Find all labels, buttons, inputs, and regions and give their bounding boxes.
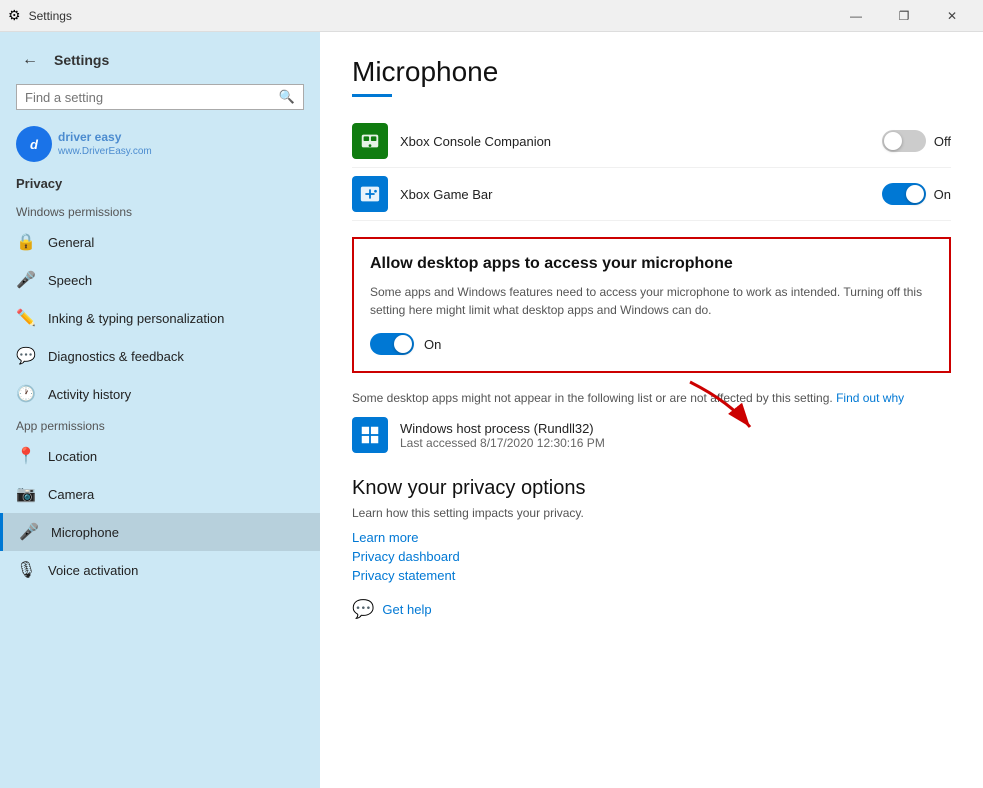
titlebar-left: ⚙ Settings — [8, 7, 72, 24]
privacy-section-title: Know your privacy options — [352, 477, 951, 500]
sidebar-title: Settings — [54, 52, 109, 68]
titlebar-controls: — ❐ ✕ — [833, 0, 975, 32]
app-row-xbox-game: Xbox Game Bar On — [352, 168, 951, 221]
get-help-icon: 💬 — [352, 599, 374, 620]
get-help-row[interactable]: 💬 Get help — [352, 599, 951, 620]
xbox-game-toggle-label: On — [882, 183, 951, 205]
windows-permissions-label: Windows permissions — [0, 199, 320, 223]
allow-desktop-toggle-text: On — [424, 337, 441, 352]
sidebar-item-general[interactable]: 🔒 General — [0, 223, 320, 261]
inking-icon: ✏️ — [16, 308, 36, 328]
microphone-icon: 🎤 — [19, 522, 39, 542]
xbox-game-knob — [906, 185, 924, 203]
allow-desktop-toggle[interactable] — [370, 333, 414, 355]
maximize-button[interactable]: ❐ — [881, 0, 927, 32]
sidebar-header: ← Settings — [0, 32, 320, 84]
xbox-game-svg — [359, 183, 381, 205]
xbox-console-knob — [884, 132, 902, 150]
xbox-console-svg — [359, 130, 381, 152]
process-name: Windows host process (Rundll32) — [400, 421, 605, 436]
xbox-console-toggle-text: Off — [934, 134, 951, 149]
sidebar-item-activity-label: Activity history — [48, 387, 131, 402]
privacy-section-desc: Learn how this setting impacts your priv… — [352, 506, 951, 520]
xbox-game-name: Xbox Game Bar — [400, 187, 882, 202]
sidebar-item-location[interactable]: 📍 Location — [0, 437, 320, 475]
sidebar-item-speech-label: Speech — [48, 273, 92, 288]
sidebar-item-diagnostics[interactable]: 💬 Diagnostics & feedback — [0, 337, 320, 375]
process-row: Windows host process (Rundll32) Last acc… — [352, 417, 951, 453]
sidebar-item-inking[interactable]: ✏️ Inking & typing personalization — [0, 299, 320, 337]
sidebar-item-voice-label: Voice activation — [48, 563, 138, 578]
xbox-game-toggle-text: On — [934, 187, 951, 202]
location-icon: 📍 — [16, 446, 36, 466]
search-box: 🔍 — [16, 84, 304, 110]
speech-icon: 🎤 — [16, 270, 36, 290]
sidebar-item-activity[interactable]: 🕐 Activity history — [0, 375, 320, 413]
get-help-text[interactable]: Get help — [382, 602, 431, 617]
xbox-game-icon — [352, 176, 388, 212]
allow-desktop-toggle-row: On — [370, 333, 933, 355]
process-info: Windows host process (Rundll32) Last acc… — [400, 421, 605, 450]
watermark-text: driver easy www.DriverEasy.com — [58, 130, 152, 159]
info-text-content: Some desktop apps might not appear in th… — [352, 391, 833, 405]
watermark-logo: d — [16, 126, 52, 162]
xbox-game-slider — [882, 183, 926, 205]
privacy-statement-link[interactable]: Privacy statement — [352, 568, 951, 583]
sidebar: ← Settings 🔍 d driver easy www.DriverEas… — [0, 32, 320, 788]
titlebar-title: Settings — [29, 9, 72, 23]
page-title: Microphone — [352, 56, 951, 88]
sidebar-item-inking-label: Inking & typing personalization — [48, 311, 224, 326]
xbox-console-icon — [352, 123, 388, 159]
main-layout: ← Settings 🔍 d driver easy www.DriverEas… — [0, 32, 983, 788]
title-underline — [352, 94, 392, 97]
allow-desktop-box: Allow desktop apps to access your microp… — [352, 237, 951, 373]
find-out-why-link[interactable]: Find out why — [836, 391, 904, 405]
xbox-console-slider — [882, 130, 926, 152]
xbox-game-toggle[interactable] — [882, 183, 926, 205]
privacy-heading: Privacy — [0, 170, 320, 199]
sidebar-item-general-label: General — [48, 235, 94, 250]
search-input[interactable] — [25, 90, 273, 105]
app-row-xbox-console: Xbox Console Companion Off — [352, 115, 951, 168]
sidebar-item-location-label: Location — [48, 449, 97, 464]
app-permissions-label: App permissions — [0, 413, 320, 437]
allow-desktop-title: Allow desktop apps to access your microp… — [370, 255, 933, 273]
watermark-area: d driver easy www.DriverEasy.com — [0, 122, 320, 170]
settings-icon: ⚙ — [8, 7, 21, 24]
search-icon: 🔍 — [279, 89, 295, 105]
voice-icon: 🎙 — [16, 560, 36, 580]
privacy-section: Know your privacy options Learn how this… — [352, 477, 951, 583]
sidebar-item-microphone-label: Microphone — [51, 525, 119, 540]
minimize-button[interactable]: — — [833, 0, 879, 32]
sidebar-item-speech[interactable]: 🎤 Speech — [0, 261, 320, 299]
camera-icon: 📷 — [16, 484, 36, 504]
xbox-console-toggle[interactable] — [882, 130, 926, 152]
back-button[interactable]: ← — [16, 46, 44, 74]
info-text: Some desktop apps might not appear in th… — [352, 389, 951, 407]
privacy-dashboard-link[interactable]: Privacy dashboard — [352, 549, 951, 564]
sidebar-item-voice[interactable]: 🎙 Voice activation — [0, 551, 320, 589]
allow-desktop-knob — [394, 335, 412, 353]
xbox-console-toggle-label: Off — [882, 130, 951, 152]
activity-icon: 🕐 — [16, 384, 36, 404]
process-time: Last accessed 8/17/2020 12:30:16 PM — [400, 436, 605, 450]
content-area: Microphone Xbox Console Companion — [320, 32, 983, 788]
allow-desktop-slider — [370, 333, 414, 355]
sidebar-item-camera-label: Camera — [48, 487, 94, 502]
close-button[interactable]: ✕ — [929, 0, 975, 32]
sidebar-item-diagnostics-label: Diagnostics & feedback — [48, 349, 184, 364]
titlebar: ⚙ Settings — ❐ ✕ — [0, 0, 983, 32]
learn-more-link[interactable]: Learn more — [352, 530, 951, 545]
xbox-console-name: Xbox Console Companion — [400, 134, 882, 149]
lock-icon: 🔒 — [16, 232, 36, 252]
allow-desktop-desc: Some apps and Windows features need to a… — [370, 283, 933, 319]
sidebar-item-camera[interactable]: 📷 Camera — [0, 475, 320, 513]
process-icon — [352, 417, 388, 453]
diagnostics-icon: 💬 — [16, 346, 36, 366]
process-svg — [359, 424, 381, 446]
sidebar-item-microphone[interactable]: 🎤 Microphone — [0, 513, 320, 551]
